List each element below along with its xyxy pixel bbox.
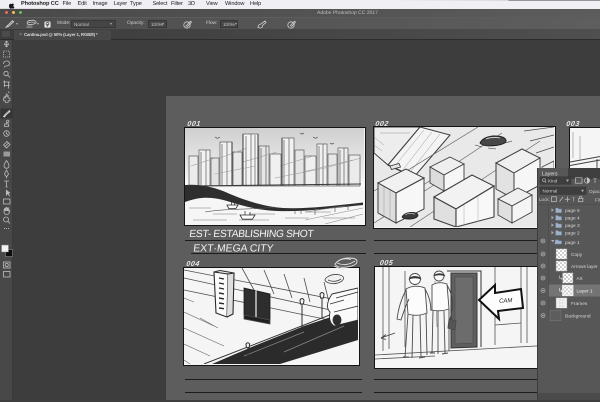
svg-text:page 1: page 1: [565, 240, 580, 246]
svg-text:Normal: Normal: [543, 188, 558, 193]
svg-text:Arrows layer: Arrows layer: [571, 264, 598, 270]
svg-text:Layer 1: Layer 1: [577, 288, 593, 294]
svg-text:Fill: Fill: [595, 198, 600, 203]
svg-text:page 3: page 3: [565, 223, 580, 229]
svg-text:page 4: page 4: [565, 216, 580, 222]
svg-text:Lock:: Lock:: [539, 197, 550, 202]
svg-text:Frames: Frames: [571, 301, 588, 307]
svg-text:CAM: CAM: [499, 298, 513, 305]
svg-text:Copy: Copy: [571, 252, 583, 258]
svg-text:T: T: [593, 178, 597, 185]
svg-text:Art: Art: [577, 276, 584, 282]
svg-text:page 6: page 6: [565, 208, 580, 214]
svg-text:Kind: Kind: [548, 178, 558, 183]
svg-text:page 2: page 2: [565, 231, 580, 237]
svg-text:Opacity: Opacity: [589, 189, 600, 194]
svg-text:Background: Background: [565, 313, 591, 319]
